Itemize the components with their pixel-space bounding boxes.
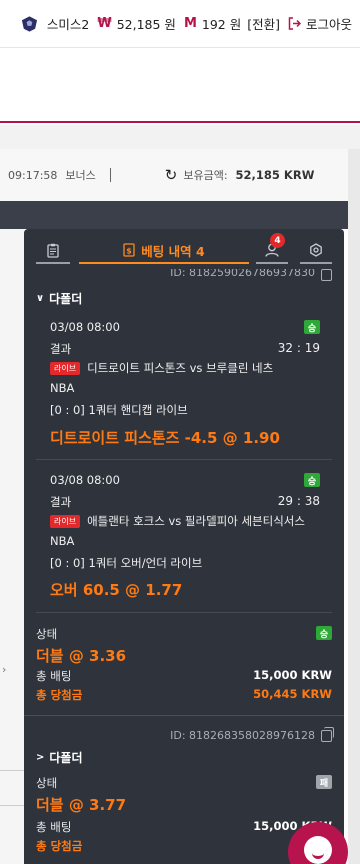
combo-odds: 더블 @ 3.36 bbox=[36, 647, 127, 665]
selection-pick: 디트로이트 피스톤즈 -4.5 @ 1.90 bbox=[50, 429, 280, 447]
bet-id-text: ID: 818259026786937830 bbox=[170, 269, 315, 279]
gear-icon bbox=[310, 243, 322, 257]
refresh-icon[interactable]: ↻ bbox=[165, 166, 178, 184]
holdings-label: 보유금액: bbox=[183, 169, 228, 182]
panel-tabs: $ 베팅 내역 4 4 bbox=[24, 229, 344, 269]
match-datetime: 03/08 08:00 bbox=[50, 473, 120, 487]
logout-label: 로그아웃 bbox=[305, 17, 352, 32]
status-badge: 승 bbox=[304, 320, 320, 334]
status-badge: 승 bbox=[316, 626, 332, 640]
holdings-value: 52,185 KRW bbox=[235, 168, 315, 182]
bet-history-panel: $ 베팅 내역 4 4 ID: 818259026786937830 ∨ 다폴더… bbox=[24, 229, 344, 864]
match-name: 디트로이트 피스톤즈 vs 브루클린 네츠 bbox=[87, 361, 274, 375]
bet-type-label: 다폴더 bbox=[49, 292, 83, 306]
bet-summary: 상태 승 더블 @ 3.36 총 배팅 15,000 KRW 총 당첨금 50,… bbox=[36, 626, 332, 706]
top-bar: 스미스2 ₩ 52,185 원 M 192 원 [전환] 로그아웃 bbox=[0, 0, 360, 48]
chat-icon bbox=[304, 836, 332, 864]
stake-label: 총 배팅 bbox=[36, 669, 72, 683]
mileage-balance: M 192 원 [전환] bbox=[184, 14, 280, 33]
result-label: 결과 bbox=[50, 342, 72, 356]
logout-button[interactable]: 로그아웃 bbox=[288, 14, 352, 33]
combo-odds: 더블 @ 3.77 bbox=[36, 796, 127, 814]
status-bar: 09:17:58 보너스 ↻ 보유금액: 52,185 KRW bbox=[0, 149, 348, 201]
divider bbox=[0, 770, 24, 771]
divider bbox=[36, 612, 332, 613]
clipboard-icon bbox=[47, 243, 59, 258]
market: [0 : 0] 1쿼터 핸디캡 라이브 bbox=[50, 403, 188, 417]
tab-settings[interactable] bbox=[300, 238, 332, 264]
state-label: 상태 bbox=[36, 776, 58, 790]
header-band bbox=[0, 48, 360, 123]
match-row: 라이브 디트로이트 피스톤즈 vs 브루클린 네츠 bbox=[50, 360, 273, 376]
bet-selection: 03/08 08:00 승 결과 32 : 19 라이브 디트로이트 피스톤즈 v… bbox=[50, 320, 320, 460]
bet-type-toggle[interactable]: > 다폴더 bbox=[36, 749, 83, 766]
divider bbox=[109, 168, 111, 182]
payout-label: 총 당첨금 bbox=[36, 688, 83, 702]
convert-button[interactable]: [전환] bbox=[247, 14, 280, 33]
stake-label: 총 배팅 bbox=[36, 820, 72, 834]
payout-value: 50,445 KRW bbox=[253, 687, 332, 701]
username: 스미스2 bbox=[46, 17, 90, 32]
league: NBA bbox=[50, 381, 75, 395]
bet-summary: 상태 패 더블 @ 3.77 총 배팅 15,000 KRW 총 당첨금 bbox=[36, 775, 332, 855]
dark-strip bbox=[0, 201, 348, 229]
status-badge: 승 bbox=[304, 473, 320, 487]
tab-bet-history-label: 베팅 내역 4 bbox=[141, 243, 205, 259]
match-name: 애틀랜타 호크스 vs 필라델피아 세븐티식서스 bbox=[87, 514, 305, 528]
won-icon: ₩ bbox=[97, 16, 112, 31]
divider bbox=[36, 459, 332, 460]
market: [0 : 0] 1쿼터 오버/언더 라이브 bbox=[50, 556, 203, 570]
mileage-icon: M bbox=[183, 16, 197, 31]
user-avatar-icon bbox=[21, 15, 38, 32]
copy-icon[interactable] bbox=[321, 726, 334, 742]
match-datetime: 03/08 08:00 bbox=[50, 320, 120, 334]
selection-pick: 오버 60.5 @ 1.77 bbox=[50, 581, 183, 599]
live-badge: 라이브 bbox=[50, 515, 81, 528]
bet-id: ID: 818259026786937830 bbox=[170, 269, 332, 281]
score: 29 : 38 bbox=[277, 494, 320, 508]
bet-type-toggle[interactable]: ∨ 다폴더 bbox=[36, 290, 82, 307]
logout-icon bbox=[288, 17, 301, 30]
tab-account[interactable]: 4 bbox=[256, 233, 288, 264]
right-gutter bbox=[348, 149, 360, 864]
cash-value: 52,185 원 bbox=[116, 17, 176, 32]
content-gap bbox=[0, 125, 360, 149]
chevron-right-icon: > bbox=[36, 752, 45, 763]
match-row: 라이브 애틀랜타 호크스 vs 필라델피아 세븐티식서스 bbox=[50, 513, 305, 529]
tab-betslip[interactable] bbox=[36, 238, 70, 264]
cash-balance: ₩ 52,185 원 bbox=[97, 14, 176, 33]
divider bbox=[0, 805, 24, 806]
divider bbox=[24, 715, 344, 716]
tab-bet-history[interactable]: $ 베팅 내역 4 bbox=[79, 238, 249, 264]
svg-text:$: $ bbox=[127, 247, 133, 256]
mileage-value: 192 원 bbox=[201, 17, 242, 32]
receipt-icon: $ bbox=[123, 243, 135, 257]
clock: 09:17:58 bbox=[8, 168, 58, 182]
notification-badge: 4 bbox=[270, 233, 285, 248]
left-content-area bbox=[0, 229, 24, 864]
bet-type-label: 다폴더 bbox=[49, 751, 83, 765]
live-badge: 라이브 bbox=[50, 362, 81, 375]
bet-selection: 03/08 08:00 승 결과 29 : 38 라이브 애틀랜타 호크스 vs … bbox=[50, 473, 320, 603]
copy-icon[interactable] bbox=[321, 269, 332, 281]
state-label: 상태 bbox=[36, 627, 58, 641]
score: 32 : 19 bbox=[277, 341, 320, 355]
chevron-right-icon[interactable]: › bbox=[2, 663, 6, 676]
bonus-label: 보너스 bbox=[65, 169, 96, 182]
league: NBA bbox=[50, 534, 75, 548]
result-label: 결과 bbox=[50, 495, 72, 509]
stake-value: 15,000 KRW bbox=[253, 668, 332, 682]
payout-label: 총 당첨금 bbox=[36, 839, 83, 853]
status-badge: 패 bbox=[316, 775, 332, 789]
bet-id: ID: 818268358028976128 bbox=[170, 726, 334, 742]
bet-id-text: ID: 818268358028976128 bbox=[170, 729, 315, 742]
chevron-down-icon: ∨ bbox=[36, 293, 45, 304]
